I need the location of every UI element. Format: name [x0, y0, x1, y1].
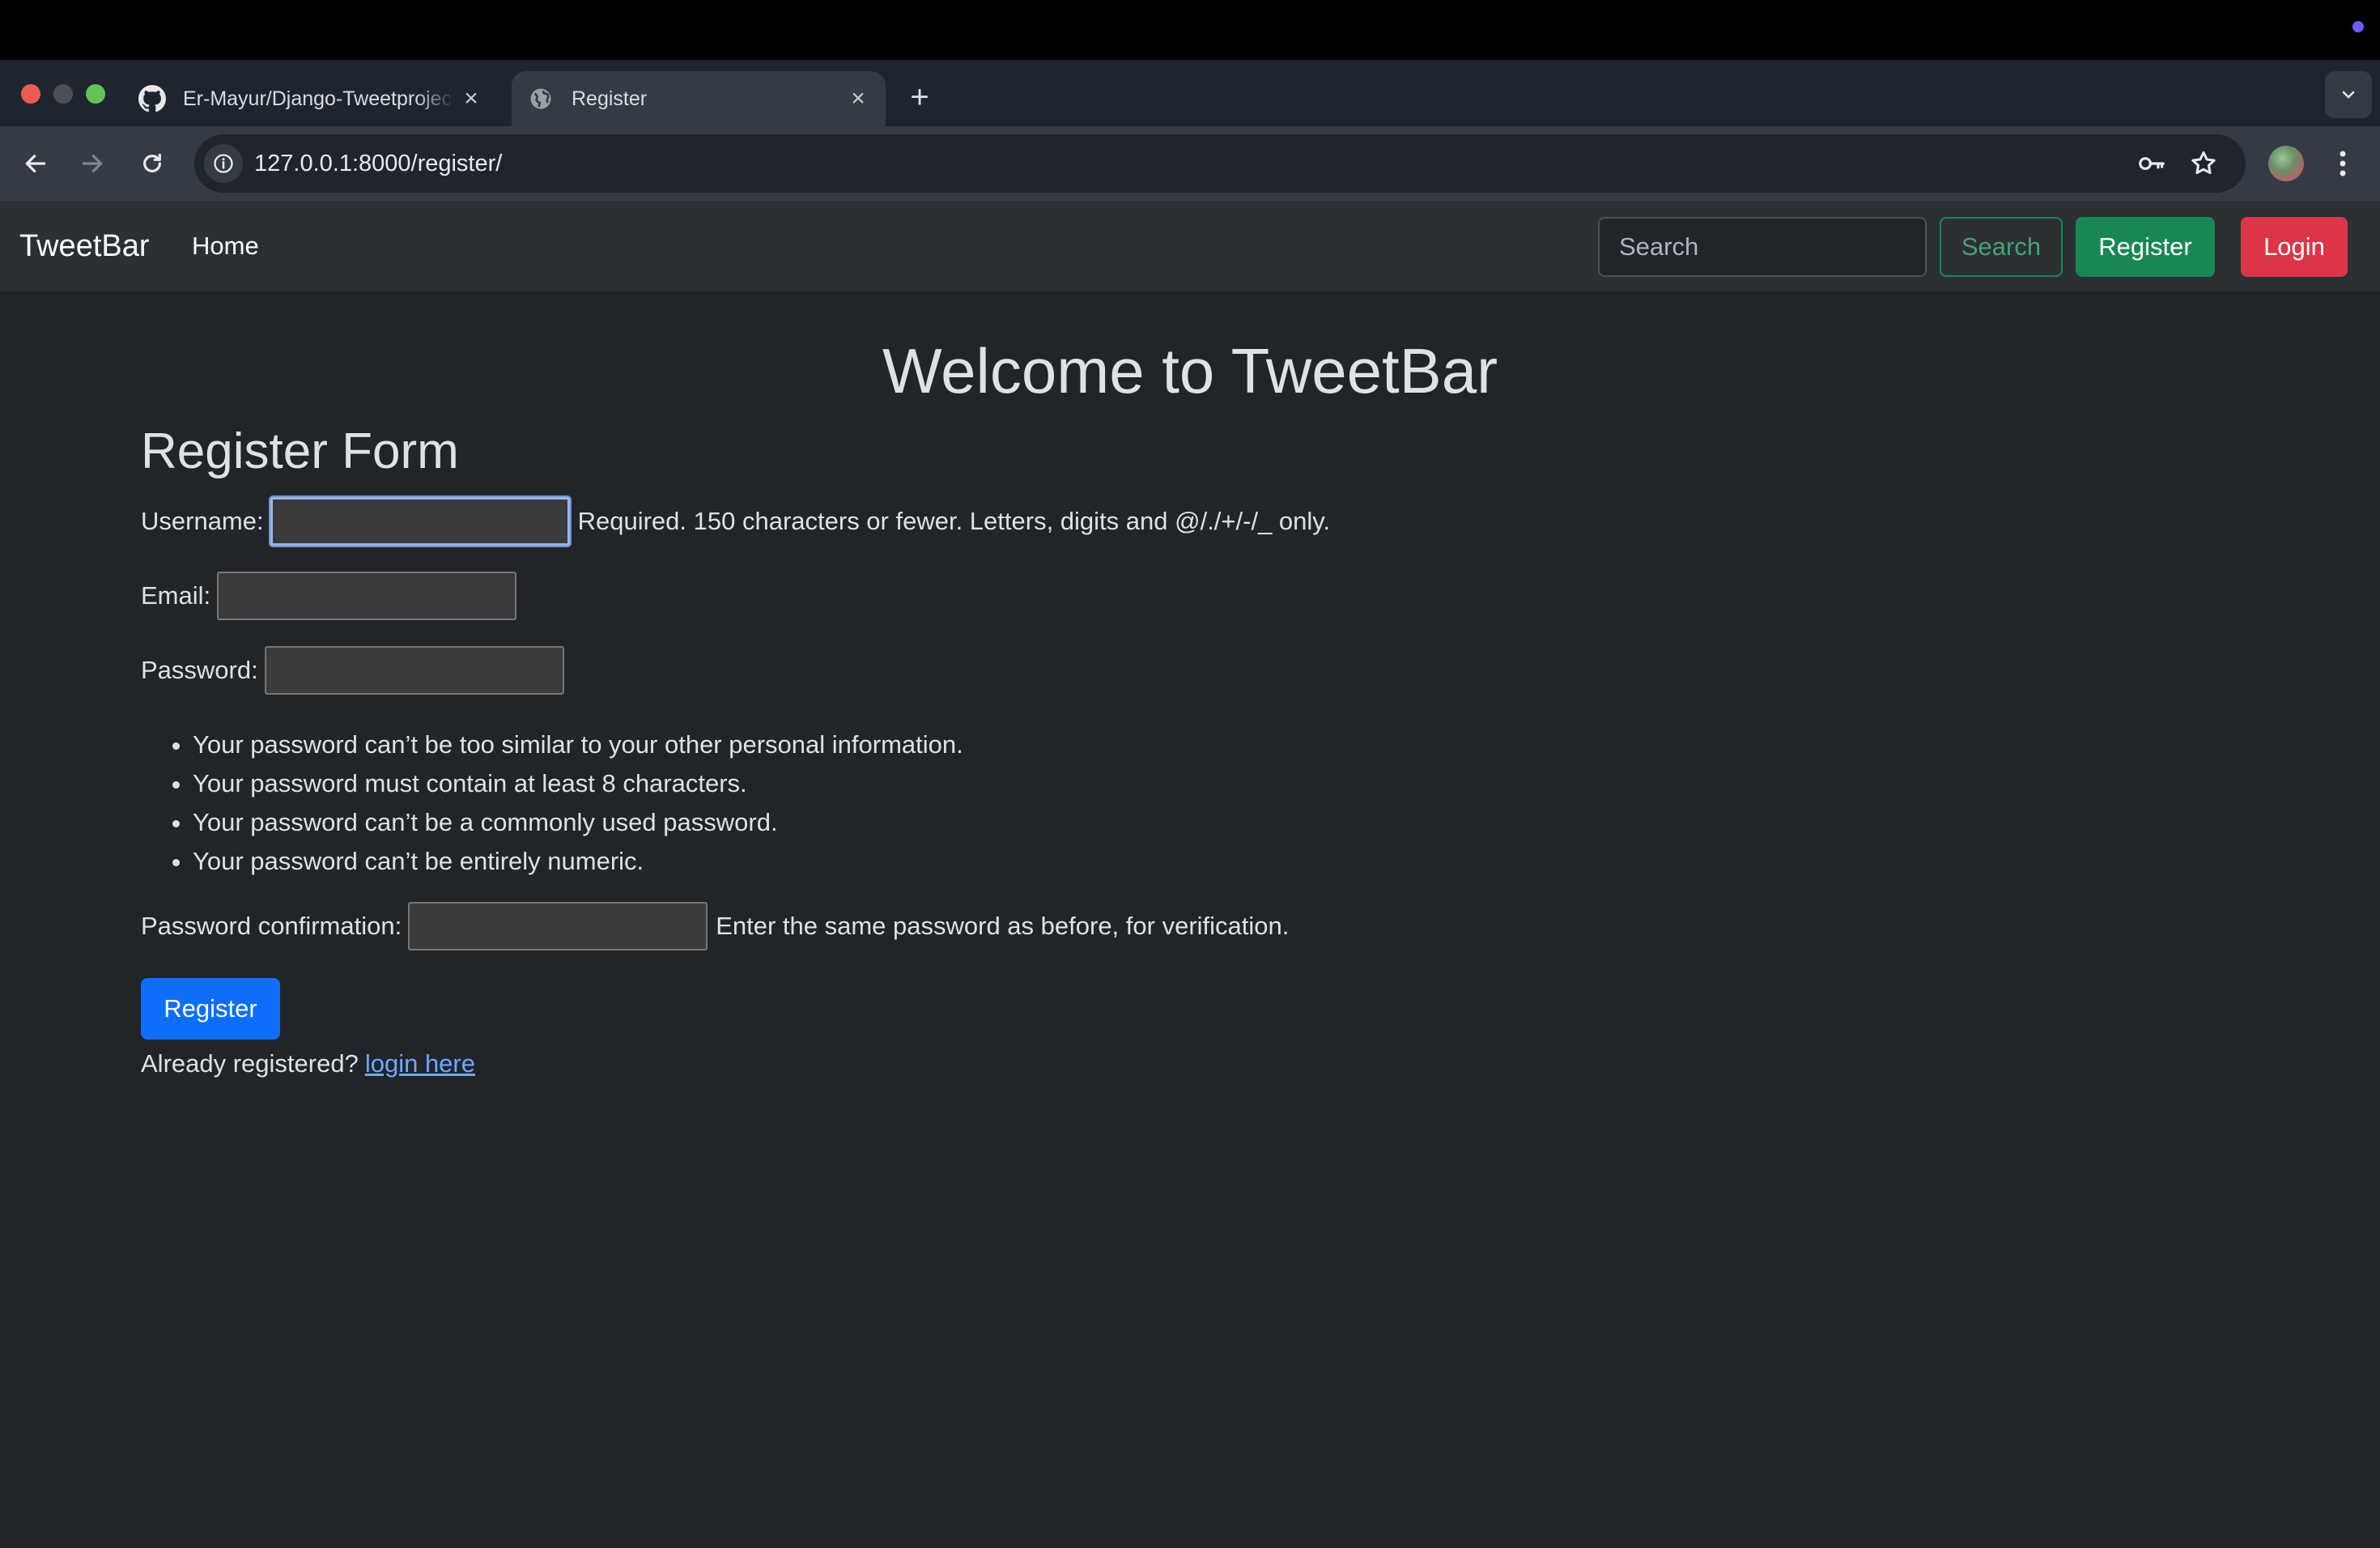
email-label: Email: [141, 581, 211, 610]
username-row: Username: Required. 150 characters or fe… [141, 497, 1330, 546]
tab-close-icon[interactable]: × [455, 83, 487, 115]
register-submit-button[interactable]: Register [141, 978, 280, 1040]
nav-home-link[interactable]: Home [192, 201, 259, 291]
tab-search-chevron-icon[interactable] [2325, 71, 2372, 118]
username-help-text: Required. 150 characters or fewer. Lette… [577, 507, 1331, 535]
browser-toolbar: 127.0.0.1:8000/register/ [0, 126, 2380, 201]
login-here-link[interactable]: login here [365, 1049, 475, 1078]
password-key-icon[interactable] [2132, 144, 2171, 183]
search-button[interactable]: Search [1940, 217, 2063, 277]
password-confirmation-help-text: Enter the same password as before, for v… [716, 912, 1290, 940]
url-text[interactable]: 127.0.0.1:8000/register/ [254, 134, 502, 193]
password-confirmation-label: Password confirmation: [141, 912, 402, 940]
list-item: Your password must contain at least 8 ch… [193, 764, 963, 803]
bookmark-star-icon[interactable] [2184, 144, 2223, 183]
page-content: TweetBar Home Search Register Login Welc… [0, 201, 2380, 1548]
browser-tabstrip: Er-Mayur/Django-Tweetproject × Register … [0, 60, 2380, 126]
nav-login-button[interactable]: Login [2241, 217, 2348, 277]
globe-icon [526, 84, 555, 113]
password-label: Password: [141, 656, 258, 684]
tab-close-icon[interactable]: × [842, 83, 874, 115]
list-item: Your password can’t be a commonly used p… [193, 803, 963, 842]
username-label: Username: [141, 507, 264, 535]
list-item: Your password can’t be entirely numeric. [193, 842, 963, 881]
form-title: Register Form [141, 423, 459, 479]
email-field[interactable] [217, 572, 517, 620]
password-confirmation-row: Password confirmation: Enter the same pa… [141, 902, 1289, 950]
password-rules-list: Your password can’t be too similar to yo… [141, 725, 963, 881]
window-maximize-button[interactable] [86, 84, 105, 104]
window-close-button[interactable] [21, 84, 40, 104]
email-row: Email: [141, 572, 525, 620]
browser-tab-github[interactable]: Er-Mayur/Django-Tweetproject × [133, 71, 499, 126]
address-bar[interactable]: 127.0.0.1:8000/register/ [194, 134, 2246, 193]
browser-tab-register[interactable]: Register × [512, 71, 886, 126]
more-menu-icon[interactable] [2328, 146, 2357, 181]
username-field[interactable] [270, 497, 570, 546]
new-tab-plus-icon[interactable]: + [900, 78, 939, 117]
site-info-icon[interactable] [204, 144, 243, 183]
already-registered-text: Already registered? [141, 1049, 359, 1078]
list-item: Your password can’t be too similar to yo… [193, 725, 963, 764]
password-confirmation-field[interactable] [408, 902, 708, 950]
password-row: Password: [141, 646, 572, 695]
forward-arrow-icon[interactable] [71, 142, 113, 185]
site-navbar: TweetBar Home Search Register Login [0, 201, 2380, 291]
reload-icon[interactable] [131, 142, 173, 185]
window-minimize-button[interactable] [53, 84, 73, 104]
back-arrow-icon[interactable] [15, 142, 57, 185]
profile-avatar[interactable] [2268, 146, 2304, 181]
navbar-brand[interactable]: TweetBar [19, 201, 150, 291]
page-title: Welcome to TweetBar [882, 335, 1498, 406]
tab-title: Register [572, 87, 648, 110]
nav-register-button[interactable]: Register [2076, 217, 2215, 277]
password-field[interactable] [264, 646, 564, 695]
tab-title: Er-Mayur/Django-Tweetproject [183, 87, 455, 110]
os-menubar [0, 0, 2380, 60]
status-dot-icon [2352, 21, 2364, 32]
search-input[interactable] [1598, 217, 1927, 277]
already-registered-line: Already registered? login here [141, 1040, 475, 1088]
github-icon [138, 84, 167, 113]
